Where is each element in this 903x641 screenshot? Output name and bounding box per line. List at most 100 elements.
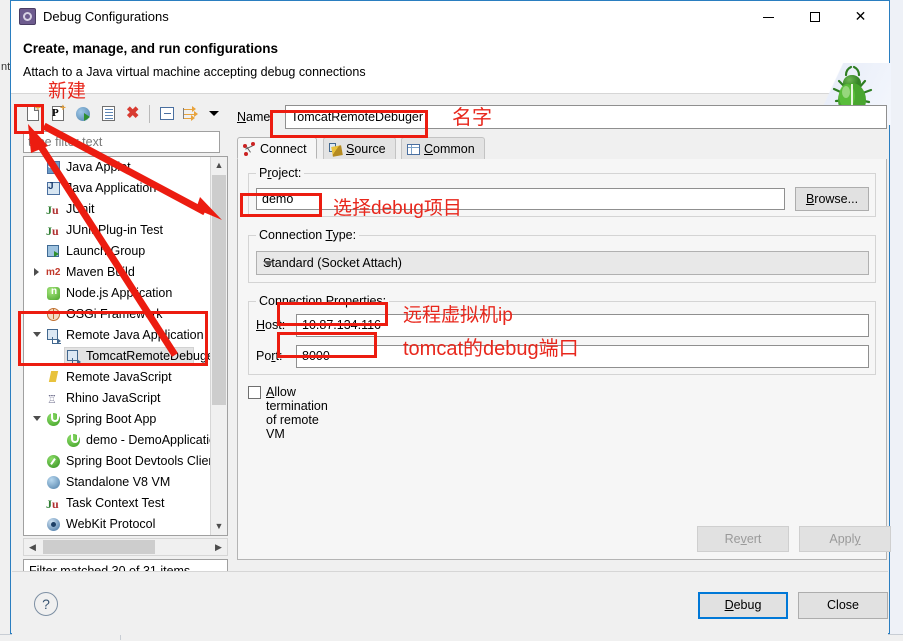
tree-item-spring-boot-devtools-client[interactable]: Spring Boot Devtools Client [24,451,219,472]
scroll-right-icon[interactable]: ▶ [210,539,227,555]
tree-item-remote-javascript[interactable]: Remote JavaScript [24,367,211,388]
tab-common[interactable]: Common [401,137,485,159]
revert-apply-row: Revert Apply [237,526,891,558]
revert-button[interactable]: Revert [697,526,789,552]
tree-item-java-applet[interactable]: J Java Applet [24,157,211,178]
tree-item-demo-demoapplication[interactable]: demo - DemoApplication [24,430,223,451]
close-label: Close [827,598,859,612]
project-browse-button[interactable]: Browse... [795,187,869,211]
tree-horizontal-scrollbar[interactable]: ◀ ▶ [23,538,228,556]
minimize-button[interactable] [746,1,791,31]
port-input[interactable]: 8000 [296,345,869,368]
tree-item-standalone-v8-vm[interactable]: Standalone V8 VM [24,472,211,493]
apply-button[interactable]: Apply [799,526,891,552]
annotation-box-name [270,110,428,138]
close-button[interactable]: Close [798,592,888,619]
scroll-up-icon[interactable]: ▲ [211,157,227,174]
annotation-box-port [277,332,377,358]
tree-item-label: Remote JavaScript [66,370,172,384]
tab-common-label: Common [424,142,475,156]
allow-termination-checkbox[interactable] [248,386,261,399]
dialog-title: Debug Configurations [43,9,169,24]
maven-icon: m2 [46,267,61,278]
source-pencil-icon [328,142,343,157]
tree-item-junit[interactable]: Ju JUnit [24,199,211,220]
tree-item-node-js-application[interactable]: n Node.js Application [24,283,211,304]
tree-vertical-scrollbar[interactable]: ▲ ▼ [210,157,227,535]
nodejs-icon: n [46,286,62,302]
collapse-all-icon [160,107,174,120]
tree-item-launch-group[interactable]: Launch Group [24,241,211,262]
tab-source[interactable]: Source [323,137,396,159]
filter-placeholder: type filter text [28,135,103,149]
annotation-host: 远程虚拟机ip [403,305,513,326]
toolbar-divider [149,105,150,123]
connection-type-select[interactable]: Standard (Socket Attach) [256,251,869,275]
close-window-button[interactable]: ✕ [838,1,883,31]
editor-tabs: Connect Source Common [237,137,887,161]
export-document-icon [102,106,115,121]
connection-type-group-label: Connection Type: [256,228,360,242]
spring-boot-icon [46,412,62,428]
apply-label: Apply [829,532,861,546]
chevron-down-icon [209,111,219,116]
tree-item-task-context-test[interactable]: Ju Task Context Test [24,493,211,514]
chevron-down-icon [263,261,273,266]
junit-icon: Ju [46,497,59,511]
tree-item-label: Spring Boot App [66,412,157,426]
dialog-footer: ? Debug Close [12,571,888,635]
java-applet-icon: J [46,160,62,176]
annotation-project: 选择debug项目 [333,198,462,219]
annotation-box-project [240,193,322,217]
view-menu-button[interactable] [204,103,226,125]
filter-input[interactable]: type filter text [23,131,220,153]
run-arrow-icon [84,113,90,121]
scroll-left-icon[interactable]: ◀ [24,539,41,555]
tree-twisty-closed-icon[interactable] [32,267,42,278]
tab-connect[interactable]: Connect [237,137,317,159]
help-icon[interactable]: ? [34,592,58,616]
launch-group-icon [46,244,62,260]
export-configuration-button[interactable] [98,103,120,125]
allow-termination-label: Allow termination of remote VM [266,385,328,441]
tree-item-label: JUnit Plug-in Test [66,223,164,237]
vertical-scroll-thumb[interactable] [212,175,226,405]
spring-devtools-icon [46,454,62,470]
junit-icon: Ju [46,203,59,217]
duplicate-configuration-button[interactable] [73,103,95,125]
tree-item-maven-build[interactable]: m2 Maven Build [24,262,211,283]
annotation-box-tree-selection [18,311,208,366]
annotation-new: 新建 [48,81,87,102]
v8-icon [46,475,62,491]
tree-item-label: Java Application [66,181,157,195]
tree-item-label: Launch Group [66,244,146,258]
filter-configurations-button[interactable] [181,103,203,125]
tree-item-webkit-protocol[interactable]: WebKit Protocol [24,514,211,535]
webkit-icon [46,517,62,533]
debug-button[interactable]: Debug [698,592,788,619]
tree-item-label: JUnit [66,202,95,216]
scroll-down-icon[interactable]: ▼ [211,518,227,535]
tree-item-label: Spring Boot Devtools Client [66,454,219,468]
tree-item-spring-boot-app[interactable]: Spring Boot App [24,409,211,430]
delete-configuration-button[interactable]: ✖ [123,103,145,125]
maximize-icon [809,12,820,23]
tab-source-label: Source [346,142,386,156]
junit-plugin-icon: Ju [46,224,59,238]
connection-type-group: Connection Type: Standard (Socket Attach… [248,228,876,283]
maximize-button[interactable] [792,1,837,31]
horizontal-scroll-thumb[interactable] [43,540,155,554]
header-title: Create, manage, and run configurations [23,41,279,56]
new-prototype-button[interactable]: P + [48,103,70,125]
plus-badge-icon: + [60,103,66,114]
tree-item-rhino-javascript[interactable]: ♖ Rhino JavaScript [24,388,211,409]
tab-connect-label: Connect [260,142,307,156]
close-icon: ✕ [854,8,867,24]
tree-item-junit-plug-in-test[interactable]: Ju JUnit Plug-in Test [24,220,211,241]
tree-twisty-open-icon[interactable] [32,414,42,425]
collapse-all-button[interactable] [156,103,178,125]
tree-item-java-application[interactable]: J Java Application [24,178,211,199]
help-label: ? [42,596,50,612]
spring-boot-icon [66,433,82,449]
connection-type-value: Standard (Socket Attach) [263,256,402,270]
